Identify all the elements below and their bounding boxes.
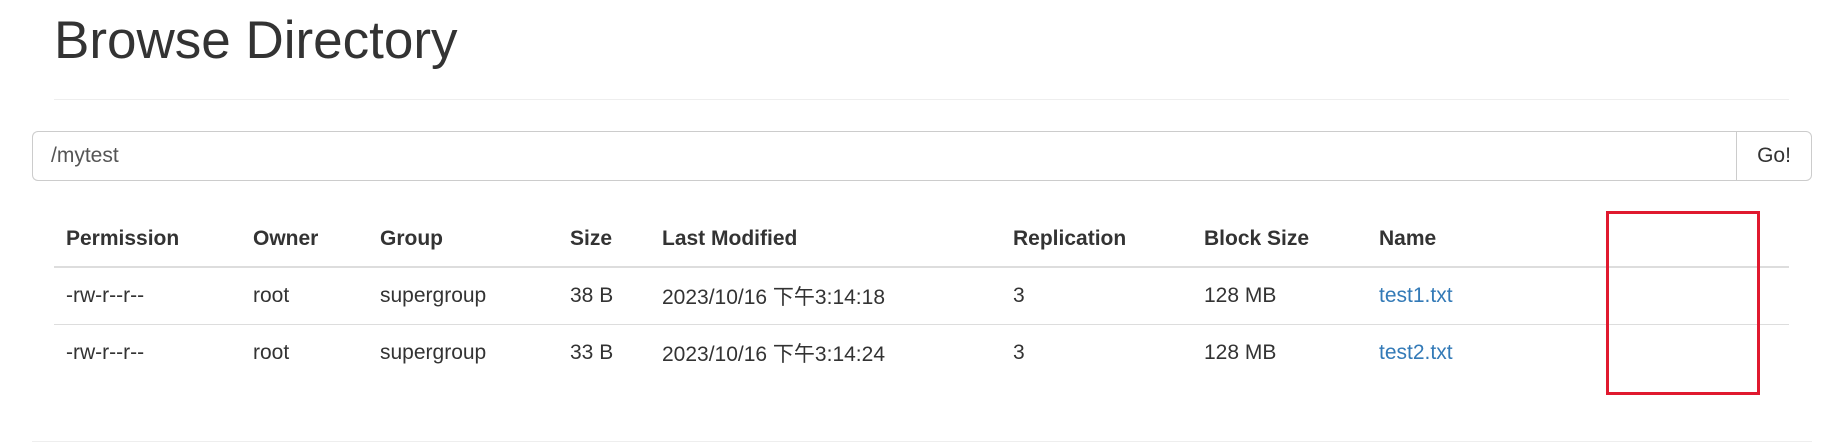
path-bar: Go! [32, 131, 1812, 181]
file-link-test1[interactable]: test1.txt [1379, 284, 1453, 307]
cell-replication: 3 [1013, 341, 1025, 364]
cell-owner: root [253, 341, 290, 364]
column-header-permission[interactable]: Permission [54, 212, 241, 268]
column-header-name[interactable]: Name [1367, 212, 1789, 268]
file-link-test2[interactable]: test2.txt [1379, 341, 1453, 364]
cell-permission: -rw-r--r-- [54, 267, 241, 325]
browse-directory-page: Browse Directory Go! Permission Owner Gr… [0, 0, 1844, 446]
table-header-row: Permission Owner Group Size Last Modifie… [54, 212, 1789, 268]
cell-block-size: 128 MB [1204, 341, 1277, 364]
cell-replication: 3 [1001, 267, 1192, 325]
go-button[interactable]: Go! [1736, 131, 1812, 181]
cell-last-modified: 2023/10/16 下午3:14:24 [662, 343, 886, 366]
title-divider [54, 99, 1789, 100]
table-row: -rw-r--r-- root supergroup 33 B 2023/10/… [54, 325, 1789, 382]
cell-name: test1.txt [1367, 267, 1789, 325]
cell-group: supergroup [368, 267, 558, 325]
column-header-replication[interactable]: Replication [1001, 212, 1192, 268]
page-title: Browse Directory [54, 11, 458, 70]
cell-size: 33 B [570, 341, 614, 364]
column-header-group[interactable]: Group [368, 212, 558, 268]
column-header-size[interactable]: Size [558, 212, 650, 268]
column-header-last-modified[interactable]: Last Modified [650, 212, 1001, 268]
cell-group: supergroup [380, 341, 487, 364]
bottom-divider [32, 441, 1812, 442]
directory-path-input[interactable] [32, 131, 1736, 181]
column-header-block-size[interactable]: Block Size [1192, 212, 1367, 268]
cell-permission: -rw-r--r-- [66, 341, 145, 364]
directory-listing-table: Permission Owner Group Size Last Modifie… [54, 212, 1789, 381]
cell-last-modified: 2023/10/16 下午3:14:18 [650, 267, 1001, 325]
cell-block-size: 128 MB [1192, 267, 1367, 325]
cell-size: 38 B [558, 267, 650, 325]
cell-owner: root [241, 267, 368, 325]
cell-name: test2.txt [1367, 325, 1789, 382]
column-header-owner[interactable]: Owner [241, 212, 368, 268]
table-row: -rw-r--r-- root supergroup 38 B 2023/10/… [54, 267, 1789, 325]
